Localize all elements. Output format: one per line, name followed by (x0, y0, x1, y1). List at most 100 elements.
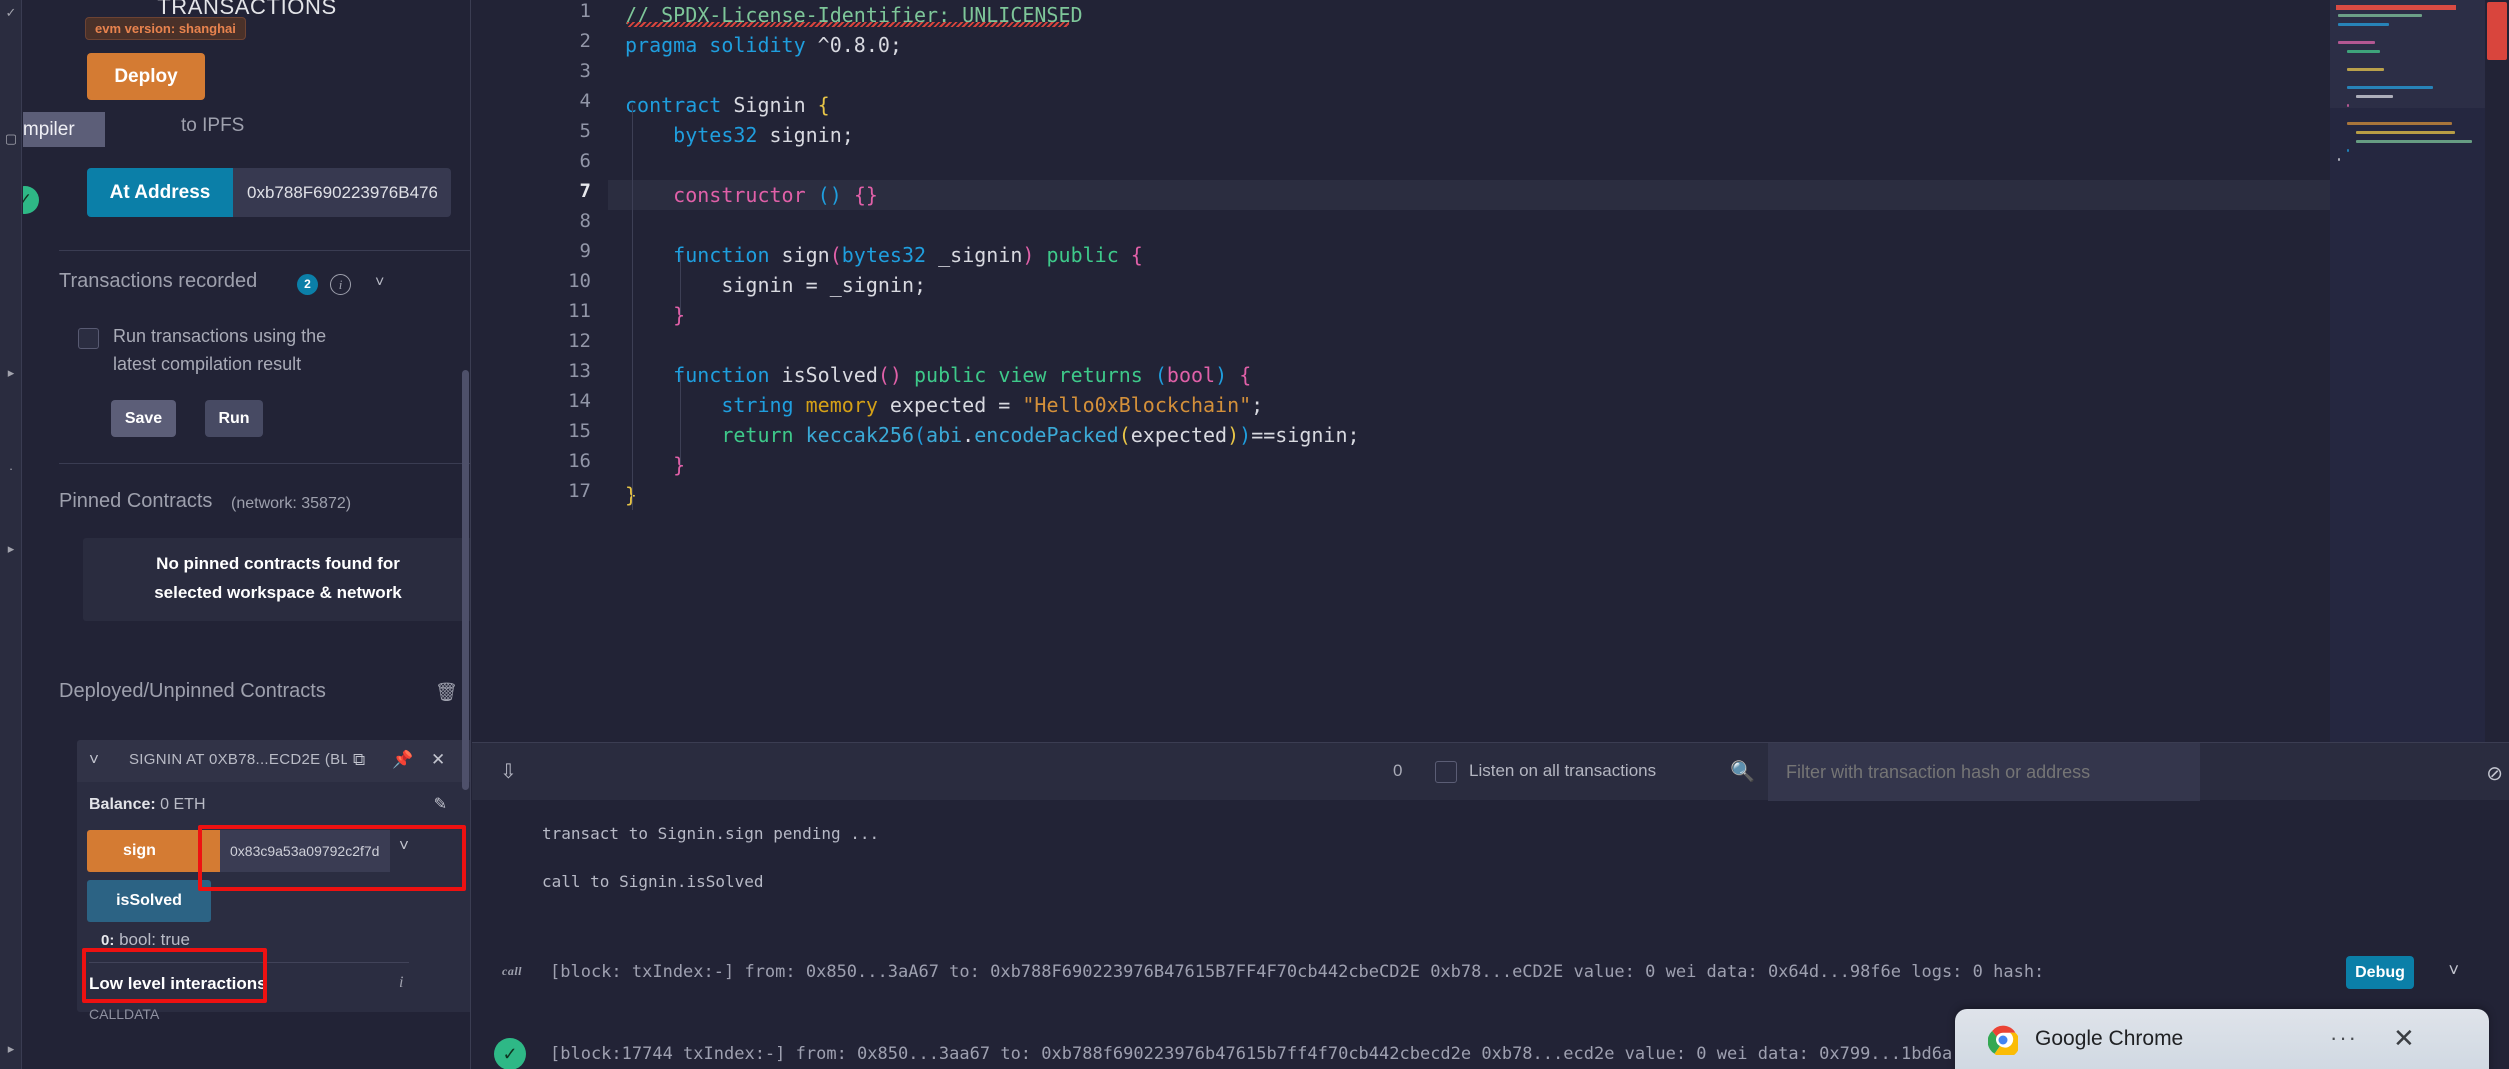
line-number-6: 6 (579, 150, 591, 172)
deployed-contract-card: ˅ SIGNIN AT 0XB78...ECD2E (BLO ⧉ 📌 ✕ Bal… (77, 740, 470, 1022)
code-line-11: } (673, 303, 686, 327)
minimap-viewport-slider[interactable] (2330, 0, 2485, 108)
panel-scrollbar[interactable] (462, 370, 469, 790)
transactions-recorded-count: 2 (297, 274, 318, 295)
more-icon[interactable]: ▸ (2, 1040, 20, 1058)
low-level-interactions-title: Low level interactions (89, 974, 267, 993)
line-number-13: 13 (568, 360, 591, 382)
transaction-filter-input[interactable] (1768, 743, 2200, 801)
line-number-4: 4 (579, 90, 591, 112)
divider (59, 463, 470, 464)
editor-minimap[interactable] (2330, 0, 2485, 742)
info-icon[interactable]: i (399, 974, 403, 992)
trash-icon[interactable]: 🗑 (435, 682, 458, 703)
code-line-5: bytes32 signin; (673, 123, 854, 147)
sign-button-extension (192, 830, 220, 872)
chevron-down-icon[interactable]: ˅ (375, 274, 384, 292)
balance-value: 0 ETH (160, 796, 206, 813)
line-number-8: 8 (579, 210, 591, 232)
copy-icon[interactable]: ⧉ (353, 750, 365, 770)
scrollbar-error-marker (2487, 2, 2507, 60)
line-number-2: 2 (579, 30, 591, 52)
minimap-line (2346, 149, 2349, 152)
balance-label: Balance: (89, 796, 156, 813)
result-index: 0: (101, 932, 115, 949)
transaction-row[interactable]: call [block: txIndex:-] from: 0x850...3a… (472, 940, 2509, 1008)
minimap-line (2355, 140, 2473, 143)
activity-bar: ✓ ▢ ▸ · ▸ ▸ (0, 0, 22, 1069)
debug-button[interactable]: Debug (2346, 956, 2414, 989)
no-pinned-contracts-box: No pinned contracts found for selected w… (83, 538, 470, 621)
chrome-logo-icon (1988, 1025, 2018, 1055)
code-line-2: pragma solidity ^0.8.0; (625, 33, 902, 57)
listen-all-transactions-label: Listen on all transactions (1469, 761, 1657, 780)
edit-icon[interactable]: ✎ (434, 794, 447, 814)
deployed-contracts-title: Deployed/Unpinned Contracts (59, 680, 326, 702)
editor-scrollbar[interactable] (2485, 0, 2509, 742)
minimap-line (2355, 131, 2455, 134)
code-line-13: function isSolved() public view returns … (673, 363, 1252, 387)
toast-title: Google Chrome (2035, 1027, 2184, 1050)
chevron-down-icon[interactable]: ˅ (89, 750, 99, 770)
check-small-icon[interactable]: ✓ (2, 4, 20, 22)
no-pinned-line-2: selected workspace & network (154, 583, 402, 602)
chrome-notification-toast[interactable]: Google Chrome ··· ✕ (1955, 1009, 2489, 1069)
contract-card-title: SIGNIN AT 0XB78...ECD2E (BLO (129, 751, 347, 768)
line-number-14: 14 (568, 390, 591, 412)
play-icon[interactable]: ▸ (2, 364, 20, 382)
code-editor[interactable]: 1 2 3 4 5 6 7 8 9 10 11 12 13 14 15 16 17 // SPDX-Licens… (472, 0, 2509, 742)
indent-guide (632, 105, 633, 510)
terminal-toolbar: ⇩ 0 Listen on all transactions 🔍 ⊘ (472, 742, 2509, 801)
file-icon[interactable]: ▢ (2, 130, 20, 148)
contract-card-body: Balance: 0 ETH ✎ sign ˅ isSolved 0: bool… (77, 782, 470, 1022)
run-button[interactable]: Run (205, 400, 263, 437)
pinned-network-label: (network: 35872) (231, 495, 352, 512)
at-address-button[interactable]: At Address (87, 168, 233, 217)
balance-row: Balance: 0 ETH (89, 796, 206, 814)
terminal-collapse-icon[interactable]: ⇩ (500, 759, 517, 784)
publish-to-ipfs-label: to IPFS (181, 115, 245, 136)
clear-console-icon[interactable]: ⊘ (2486, 761, 2503, 786)
terminal-count: 0 (1393, 761, 1403, 780)
error-squiggle (627, 22, 1069, 27)
code-line-4: contract Signin { (625, 93, 830, 117)
chevron-down-icon[interactable]: ˅ (2448, 960, 2459, 981)
line-number-3: 3 (579, 60, 591, 82)
run-latest-compilation-checkbox[interactable] (78, 328, 99, 349)
compiler-success-icon: ✓ (23, 186, 39, 214)
sign-argument-input[interactable] (220, 830, 390, 872)
line-number-gutter: 1 2 3 4 5 6 7 8 9 10 11 12 13 14 15 16 17 (472, 0, 605, 742)
code-line-15: return keccak256(abi.encodePacked(expect… (721, 423, 1360, 447)
issolved-function-button[interactable]: isSolved (87, 880, 211, 922)
line-number-10: 10 (568, 270, 591, 292)
search-icon[interactable]: 🔍 (1730, 759, 1755, 784)
code-content[interactable]: // SPDX-License-Identifier: UNLICENSED p… (605, 0, 2509, 742)
pin-icon[interactable]: 📌 (392, 750, 413, 770)
line-number-5: 5 (579, 120, 591, 142)
triangle-icon[interactable]: ▸ (2, 540, 20, 558)
code-line-16: } (673, 453, 686, 477)
minimap-line (2346, 122, 2453, 125)
evm-version-badge: evm version: shanghai (85, 17, 246, 40)
save-button[interactable]: Save (111, 400, 176, 437)
line-number-7: 7 (579, 180, 591, 202)
chevron-down-icon[interactable]: ˅ (399, 836, 409, 856)
info-icon[interactable]: i (330, 274, 351, 295)
deploy-button[interactable]: Deploy (87, 53, 205, 100)
divider (89, 962, 409, 963)
indent-guide (680, 255, 681, 315)
close-icon[interactable]: ✕ (431, 750, 445, 770)
close-icon[interactable]: ✕ (2393, 1023, 2415, 1054)
contract-card-header[interactable]: ˅ SIGNIN AT 0XB78...ECD2E (BLO ⧉ 📌 ✕ (77, 740, 470, 782)
at-address-input[interactable] (233, 168, 451, 217)
toast-more-icon[interactable]: ··· (2330, 1025, 2358, 1051)
code-line-7: constructor () {} (673, 183, 878, 207)
line-number-15: 15 (568, 420, 591, 442)
run-latest-compilation-label: Run transactions using the latest compil… (113, 326, 327, 374)
sign-function-button[interactable]: sign (87, 830, 192, 872)
dot-icon[interactable]: · (2, 460, 20, 478)
line-number-16: 16 (568, 450, 591, 472)
line-number-11: 11 (568, 300, 591, 322)
listen-all-transactions-checkbox[interactable] (1435, 761, 1457, 783)
line-number-1: 1 (579, 0, 591, 22)
